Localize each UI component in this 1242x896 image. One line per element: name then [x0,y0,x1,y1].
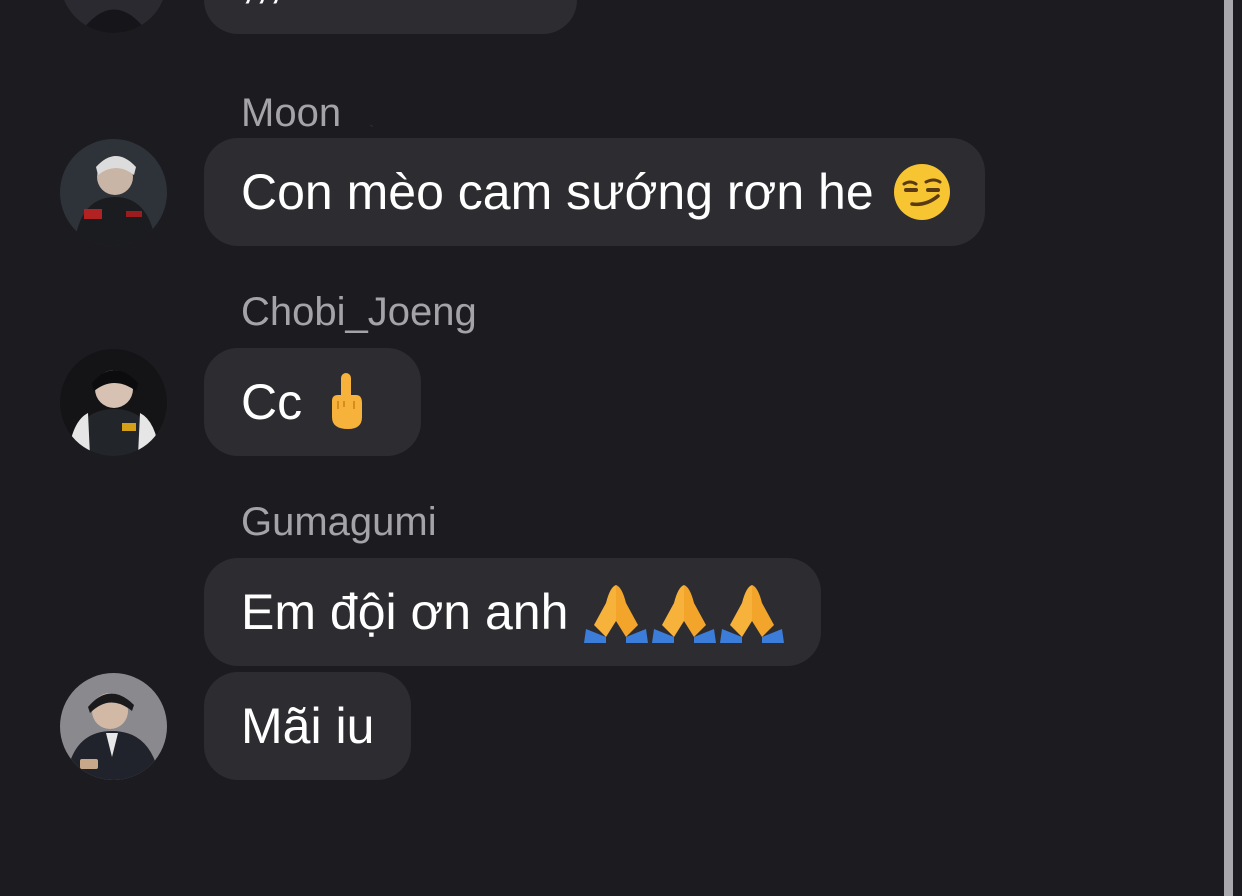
message-bubble[interactable]: Em đội ơn anh [204,558,821,666]
chat-thread: ,,, Moon Con mèo cam sướng rơn he [0,0,1242,896]
avatar[interactable] [60,673,167,780]
message-text: Em đội ơn anh [241,584,569,640]
sender-name: Gumagumi [241,500,437,544]
message-bubble[interactable]: Mãi iu [204,672,411,780]
message-bubble[interactable]: Con mèo cam sướng rơn he [204,138,985,246]
avatar[interactable] [60,349,167,456]
message-bubble[interactable]: ,,, [204,0,577,34]
message-text: Mãi iu [241,698,375,754]
folded-hands-icon [584,581,785,643]
smirking-face-icon [892,162,952,222]
scrollbar[interactable] [1224,0,1233,896]
avatar[interactable] [60,139,167,246]
message-text: ,,, [241,0,283,9]
crescent-moon-icon [352,80,406,134]
sender-name: Chobi_Joeng [241,290,477,334]
message-bubble[interactable]: Cc [204,348,421,456]
message-text: Cc [241,374,303,430]
middle-finger-icon [324,371,368,433]
message-text: Con mèo cam sướng rơn he [241,164,874,220]
avatar[interactable] [60,0,167,33]
sender-name: Moon [241,80,406,134]
